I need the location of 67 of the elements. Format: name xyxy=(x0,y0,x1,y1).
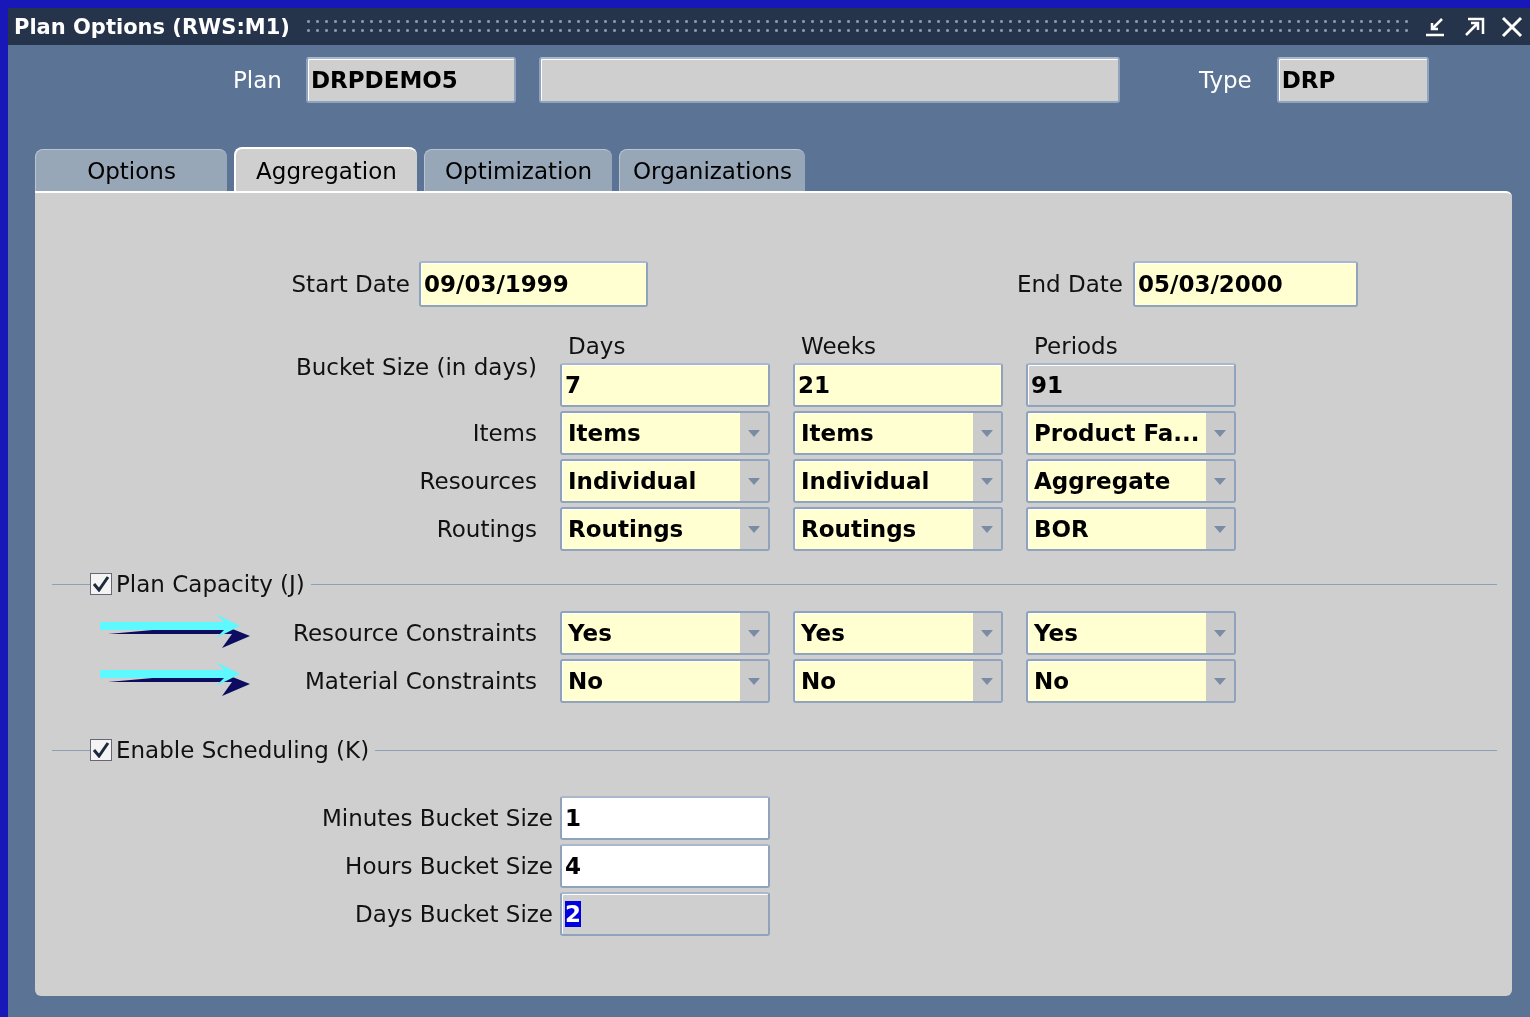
dropdown-field[interactable]: No xyxy=(793,659,1003,703)
caret-icon xyxy=(1214,677,1226,685)
caret-icon xyxy=(1214,429,1226,437)
tab[interactable]: Options xyxy=(35,149,227,191)
caret-icon xyxy=(748,525,760,533)
caret-icon xyxy=(981,629,993,637)
type-field[interactable]: DRP xyxy=(1276,57,1429,103)
close-icon[interactable] xyxy=(1500,15,1524,38)
dropdown-field[interactable]: Yes xyxy=(560,611,770,655)
dropdown-field[interactable]: Yes xyxy=(793,611,1003,655)
end-date-label: End Date xyxy=(1017,271,1123,297)
dropdown-field[interactable]: Items xyxy=(793,411,1003,455)
checkbox[interactable] xyxy=(90,573,112,595)
column-heading: Days xyxy=(567,333,626,359)
check-icon xyxy=(92,576,110,592)
tab[interactable]: Aggregation xyxy=(234,147,417,193)
caret-icon xyxy=(1214,477,1226,485)
type-label: Type xyxy=(1198,67,1252,93)
dropdown-field[interactable]: BOR xyxy=(1026,507,1236,551)
start-date-field[interactable]: 09/03/1999 xyxy=(419,261,648,307)
tab[interactable]: Optimization xyxy=(424,149,612,191)
bucket-size-field[interactable]: 4 xyxy=(560,844,770,888)
bucket-field[interactable]: 21 xyxy=(793,363,1003,407)
bucket-size-label: Bucket Size (in days) xyxy=(295,354,537,380)
window-title: Plan Options (RWS:M1) xyxy=(14,14,290,39)
dropdown-field[interactable]: Routings xyxy=(560,507,770,551)
end-date-field[interactable]: 05/03/2000 xyxy=(1133,261,1358,307)
dropdown-field[interactable]: Routings xyxy=(793,507,1003,551)
caret-icon xyxy=(981,677,993,685)
caret-icon xyxy=(748,477,760,485)
section-label: Enable Scheduling (K) xyxy=(116,737,371,763)
dropdown-field[interactable]: Items xyxy=(560,411,770,455)
row-label: Resource Constraints xyxy=(293,620,537,646)
description-field[interactable] xyxy=(538,57,1120,103)
plan-label: Plan xyxy=(233,67,282,93)
tab[interactable]: Organizations xyxy=(619,149,805,191)
caret-icon xyxy=(981,477,993,485)
row-label: Hours Bucket Size xyxy=(345,853,553,879)
dropdown-field[interactable]: No xyxy=(560,659,770,703)
caret-icon xyxy=(981,525,993,533)
caret-icon xyxy=(981,429,993,437)
checkbox[interactable] xyxy=(90,739,112,761)
check-icon xyxy=(92,742,110,758)
dropdown-field[interactable]: Aggregate xyxy=(1026,459,1236,503)
dropdown-field[interactable]: Product Fa... xyxy=(1026,411,1236,455)
caret-icon xyxy=(748,677,760,685)
row-label: Material Constraints xyxy=(305,668,537,694)
dropdown-field[interactable]: No xyxy=(1026,659,1236,703)
caret-icon xyxy=(748,429,760,437)
row-label: Items xyxy=(472,420,537,446)
caret-icon xyxy=(1214,525,1226,533)
bucket-size-field[interactable]: 1 xyxy=(560,796,770,840)
row-label: Days Bucket Size xyxy=(355,901,553,927)
section-label: Plan Capacity (J) xyxy=(116,571,306,597)
caret-icon xyxy=(1214,629,1226,637)
bucket-field[interactable]: 7 xyxy=(560,363,770,407)
dropdown-field[interactable]: Individual xyxy=(560,459,770,503)
caret-icon xyxy=(748,629,760,637)
row-label: Resources xyxy=(419,468,537,494)
plan-field[interactable]: DRPDEMO5 xyxy=(305,57,516,103)
start-date-label: Start Date xyxy=(291,271,410,297)
column-heading: Weeks xyxy=(800,333,876,359)
column-heading: Periods xyxy=(1033,333,1118,359)
dropdown-field[interactable]: Individual xyxy=(793,459,1003,503)
row-label: Minutes Bucket Size xyxy=(321,805,553,831)
dropdown-field[interactable]: Yes xyxy=(1026,611,1236,655)
row-label: Routings xyxy=(436,516,537,542)
